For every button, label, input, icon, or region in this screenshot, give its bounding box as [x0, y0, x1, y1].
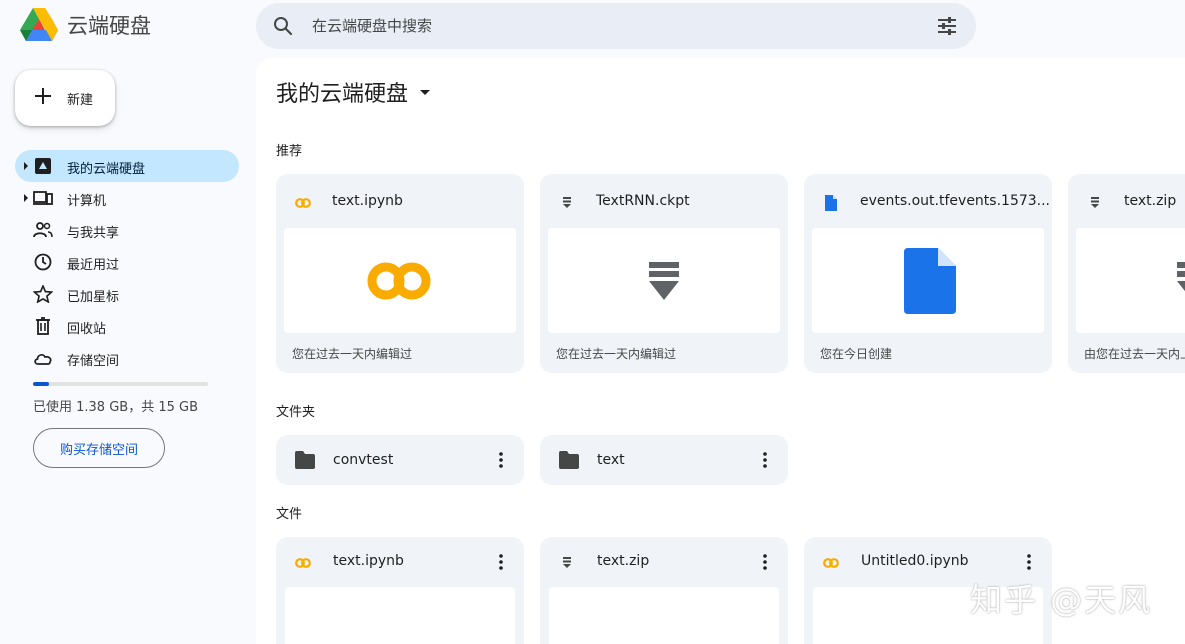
- sidebar-item-storage[interactable]: 存储空间: [15, 342, 239, 374]
- sidebar-item-shared[interactable]: 与我共享: [15, 214, 239, 246]
- file-name: Untitled0.ipynb: [861, 553, 969, 569]
- file-name: text.zip: [597, 553, 649, 569]
- search-input[interactable]: [312, 13, 912, 39]
- sidebar-item-label: 我的云端硬盘: [67, 158, 145, 177]
- sidebar-item-label: 回收站: [67, 318, 106, 337]
- sidebar-item-label: 与我共享: [67, 222, 119, 241]
- file-activity: 您在过去一天内编辑过: [556, 345, 676, 362]
- plus-icon: [34, 87, 52, 105]
- search-icon[interactable]: [273, 16, 293, 36]
- page-title-dropdown[interactable]: 我的云端硬盘: [276, 76, 430, 108]
- suggested-file-card[interactable]: text.ipynb 您在过去一天内编辑过: [276, 174, 524, 373]
- storage-usage-fill: [33, 382, 49, 386]
- sidebar-item-my-drive[interactable]: 我的云端硬盘: [15, 150, 239, 182]
- binary-file-icon: [648, 260, 680, 304]
- shared-icon: [33, 221, 53, 239]
- storage-usage-text: 已使用 1.38 GB，共 15 GB: [33, 396, 198, 415]
- suggested-file-card[interactable]: text.zip 由您在过去一天内上: [1068, 174, 1185, 373]
- my-drive-icon: [33, 157, 53, 175]
- folder-item[interactable]: text: [540, 435, 788, 485]
- more-options-icon[interactable]: [755, 552, 775, 572]
- sidebar-item-computers[interactable]: 计算机: [15, 182, 239, 214]
- cloud-icon: [33, 349, 53, 367]
- colab-icon: [294, 194, 312, 212]
- sidebar-item-label: 已加星标: [67, 286, 119, 305]
- colab-icon: [294, 554, 312, 572]
- binary-file-icon: [1176, 260, 1185, 304]
- search-options-icon[interactable]: [936, 16, 958, 36]
- more-options-icon[interactable]: [755, 450, 775, 470]
- dropdown-arrow-icon: [420, 90, 430, 95]
- file-preview: [285, 587, 515, 644]
- folder-icon: [558, 450, 580, 470]
- sidebar-nav: 我的云端硬盘 计算机 与我共享 最近用过 已加星标: [15, 150, 239, 374]
- binary-file-icon: [558, 554, 576, 572]
- computers-icon: [33, 189, 53, 207]
- trash-icon: [33, 317, 53, 335]
- folder-name: text: [597, 452, 625, 468]
- sidebar-item-trash[interactable]: 回收站: [15, 310, 239, 342]
- file-name: TextRNN.ckpt: [596, 193, 690, 209]
- file-name: text.zip: [1124, 193, 1176, 209]
- document-icon: [822, 194, 840, 212]
- app-name: 云端硬盘: [67, 10, 151, 40]
- files-heading: 文件: [276, 503, 302, 522]
- file-name: events.out.tfevents.1573...: [860, 193, 1050, 209]
- binary-file-icon: [1086, 194, 1104, 212]
- suggested-heading: 推荐: [276, 140, 302, 159]
- folder-item[interactable]: convtest: [276, 435, 524, 485]
- buy-storage-button[interactable]: 购买存储空间: [33, 428, 165, 468]
- main-panel: 我的云端硬盘 推荐 text.ipynb 您在过去一天内编辑过 TextRNN.…: [256, 58, 1185, 644]
- more-options-icon[interactable]: [491, 552, 511, 572]
- watermark-text: 知乎 @天风: [970, 575, 1152, 621]
- document-icon: [904, 248, 956, 314]
- new-button[interactable]: 新建: [15, 70, 115, 126]
- more-options-icon[interactable]: [1019, 552, 1039, 572]
- search-bar[interactable]: [256, 3, 976, 49]
- page-title: 我的云端硬盘: [276, 76, 408, 108]
- new-button-label: 新建: [67, 89, 93, 108]
- file-preview: [548, 228, 780, 333]
- sidebar-item-starred[interactable]: 已加星标: [15, 278, 239, 310]
- folder-name: convtest: [333, 452, 393, 468]
- file-card[interactable]: text.zip: [540, 537, 788, 644]
- file-name: text.ipynb: [332, 193, 403, 209]
- file-name: text.ipynb: [333, 553, 404, 569]
- expand-arrow-icon[interactable]: [24, 194, 28, 202]
- folders-heading: 文件夹: [276, 401, 315, 420]
- colab-logo-icon: [366, 261, 432, 301]
- file-preview: [284, 228, 516, 333]
- suggested-file-card[interactable]: TextRNN.ckpt 您在过去一天内编辑过: [540, 174, 788, 373]
- expand-arrow-icon[interactable]: [24, 162, 28, 170]
- folder-icon: [294, 450, 316, 470]
- suggested-file-card[interactable]: events.out.tfevents.1573... 您在今日创建: [804, 174, 1052, 373]
- colab-icon: [822, 554, 840, 572]
- file-preview: [812, 228, 1044, 333]
- drive-logo[interactable]: 云端硬盘: [20, 8, 151, 42]
- more-options-icon[interactable]: [491, 450, 511, 470]
- star-icon: [33, 285, 53, 303]
- file-card[interactable]: text.ipynb: [276, 537, 524, 644]
- drive-logo-icon: [20, 8, 58, 42]
- file-activity: 由您在过去一天内上: [1084, 345, 1185, 362]
- file-activity: 您在今日创建: [820, 345, 892, 362]
- clock-icon: [33, 253, 53, 271]
- sidebar-item-label: 最近用过: [67, 254, 119, 273]
- sidebar-item-label: 计算机: [67, 190, 106, 209]
- storage-usage-bar: [33, 382, 208, 386]
- sidebar-item-label: 存储空间: [67, 350, 119, 369]
- file-activity: 您在过去一天内编辑过: [292, 345, 412, 362]
- file-preview: [549, 587, 779, 644]
- file-preview: [1076, 228, 1185, 333]
- sidebar-item-recent[interactable]: 最近用过: [15, 246, 239, 278]
- binary-file-icon: [558, 194, 576, 212]
